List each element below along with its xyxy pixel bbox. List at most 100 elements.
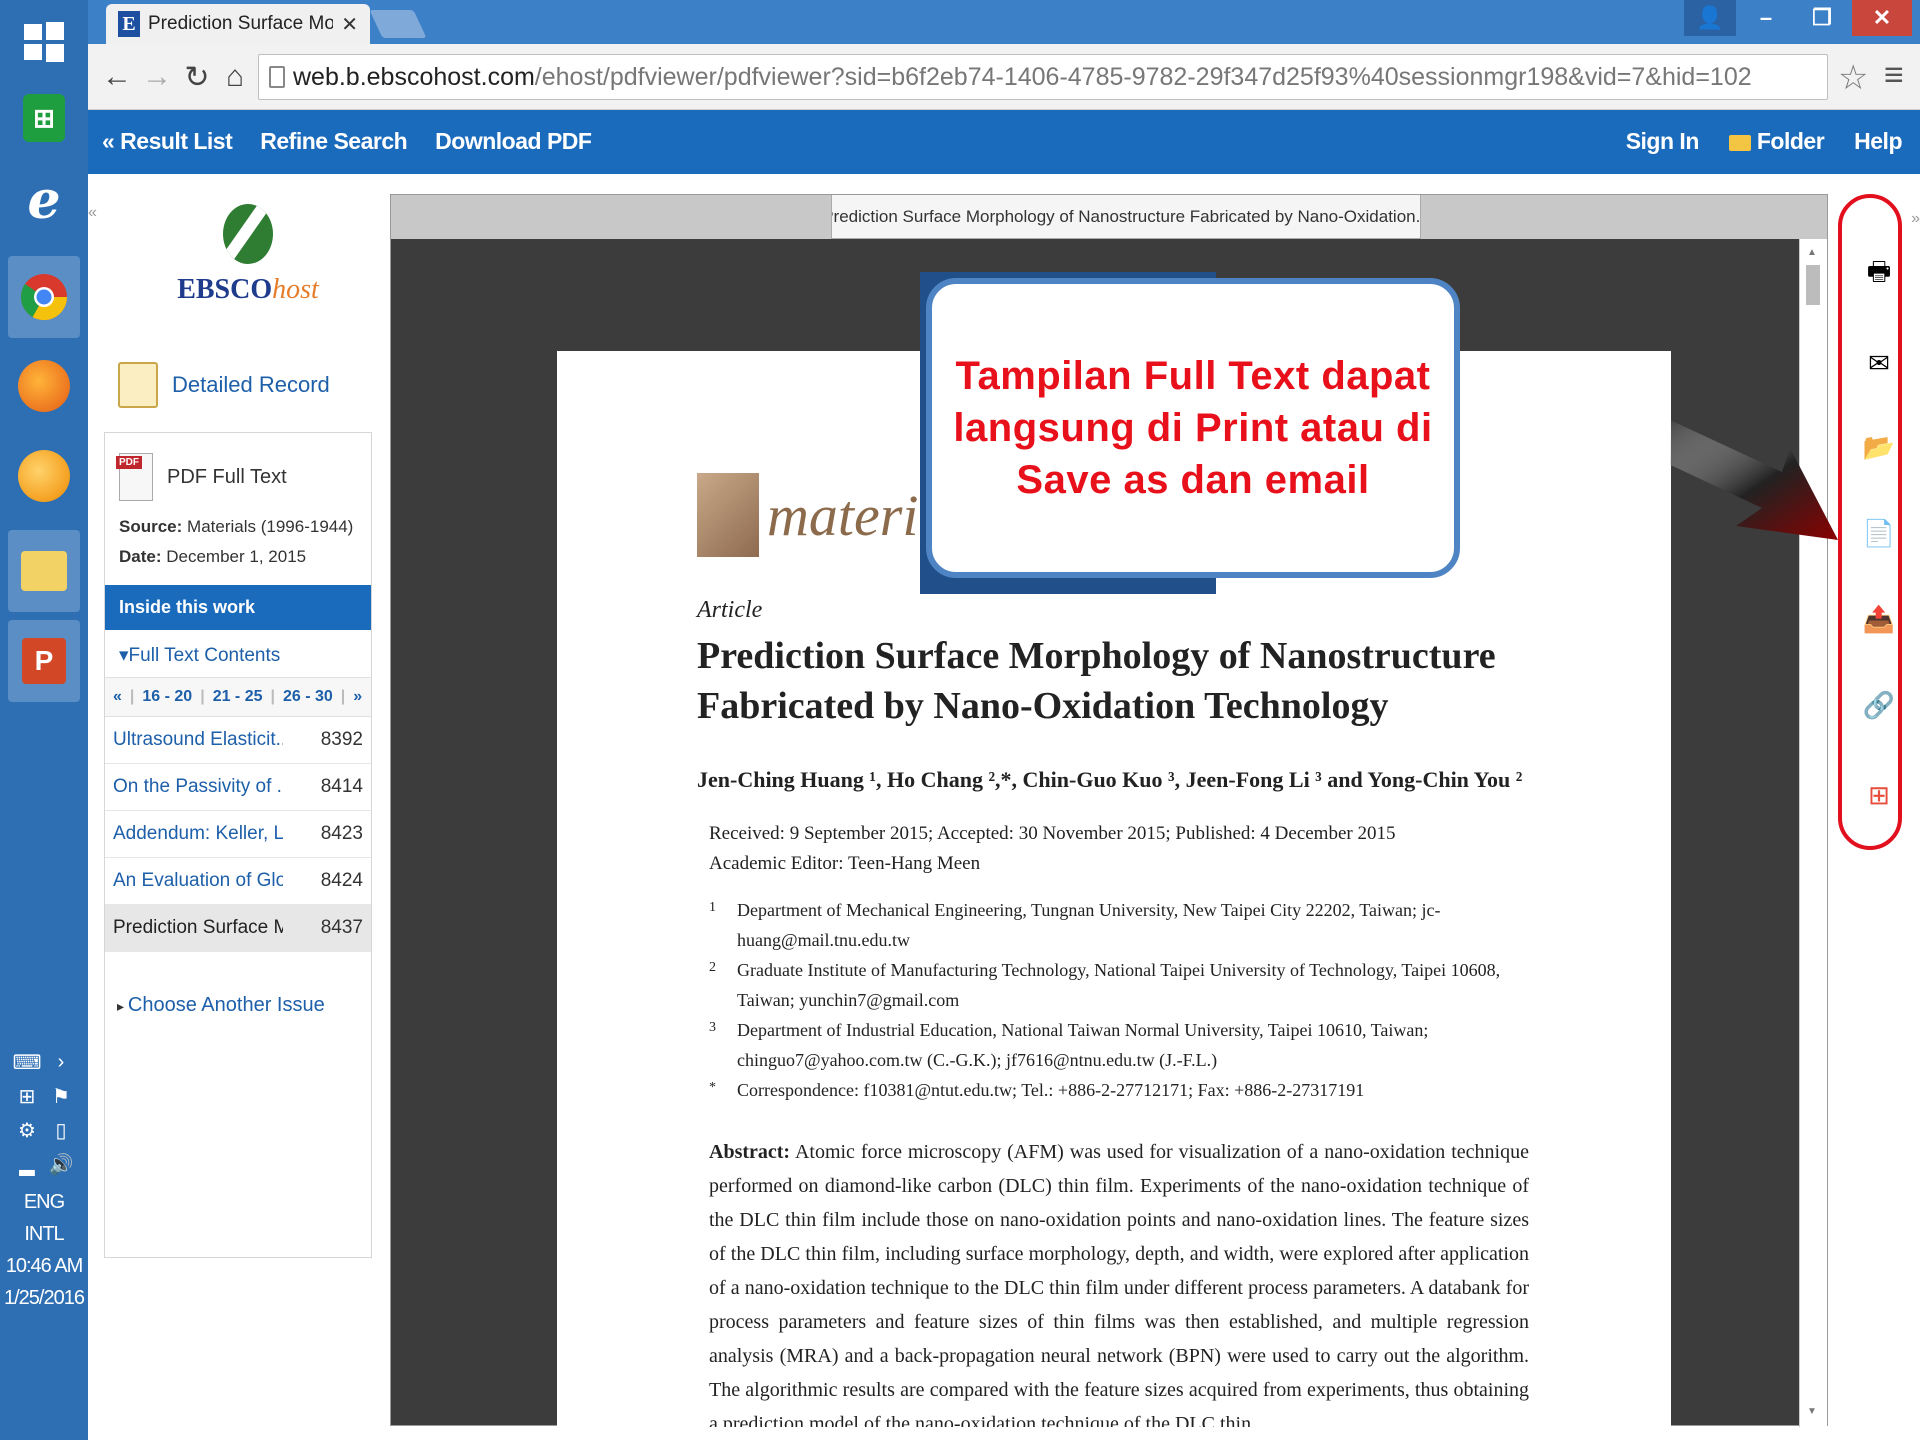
windows-taskbar: ⊞ e P ⌨ › ⊞ ⚑ ⚙ ▯ ▂ 🔊 ENG INTL 10:46 AM … <box>0 0 88 1440</box>
affiliation-text: Department of Industrial Education, Nati… <box>737 1020 1429 1070</box>
taskbar-powerpoint[interactable]: P <box>8 620 80 702</box>
scroll-thumb[interactable] <box>1806 265 1820 305</box>
help-link[interactable]: Help <box>1854 128 1902 155</box>
app-orb-icon <box>18 450 70 502</box>
cite-icon[interactable]: 📄 <box>1862 516 1896 550</box>
taskbar-internet-explorer[interactable]: e <box>8 164 80 236</box>
logo-main: EBSCO <box>177 274 273 305</box>
tab-title: Prediction Surface Morph <box>148 13 334 34</box>
pager-first[interactable]: « <box>113 688 122 706</box>
toc-page: 8424 <box>320 870 363 891</box>
powerpoint-icon: P <box>22 638 66 684</box>
tray-time[interactable]: 10:46 AM <box>0 1250 88 1282</box>
battery-icon[interactable]: ▯ <box>49 1118 73 1142</box>
abstract: Abstract: Atomic force microscopy (AFM) … <box>709 1135 1529 1427</box>
pager-21-25[interactable]: 21 - 25 <box>213 688 263 706</box>
collapse-sidebar-icon[interactable]: « <box>88 204 97 222</box>
detailed-record-link[interactable]: Detailed Record <box>118 362 330 408</box>
taskbar-firefox[interactable] <box>8 350 80 422</box>
bookmark-star-icon[interactable]: ☆ <box>1838 58 1868 98</box>
export-icon[interactable]: 📤 <box>1862 602 1896 636</box>
ebsco-swirl-icon <box>223 204 273 264</box>
tray-keyboard-layout[interactable]: INTL <box>0 1218 88 1250</box>
affiliation: * Correspondence: f10381@ntut.edu.tw; Tel… <box>709 1075 1549 1105</box>
date-label: Date: <box>119 547 162 566</box>
toc-title: Prediction Surface M... <box>113 917 283 938</box>
affiliation-text: Correspondence: f10381@ntut.edu.tw; Tel.… <box>737 1080 1365 1100</box>
affiliation-num: 2 <box>709 960 716 975</box>
full-text-contents-toggle[interactable]: ▾Full Text Contents <box>105 630 371 677</box>
browser-tab[interactable]: E Prediction Surface Morph ✕ <box>106 4 370 44</box>
toc-row[interactable]: Addendum: Keller, L.... 8423 <box>105 811 371 858</box>
pager-last[interactable]: » <box>353 688 362 706</box>
restore-button[interactable]: ❐ <box>1796 0 1848 36</box>
action-center-icon[interactable]: ⚑ <box>49 1084 73 1108</box>
toc-page: 8414 <box>320 776 363 797</box>
result-list-link[interactable]: « Result List <box>102 128 233 155</box>
forward-icon[interactable]: → <box>138 58 176 96</box>
affiliation: 1 Department of Mechanical Engineering, T… <box>709 895 1549 955</box>
signal-icon[interactable]: ▂ <box>15 1152 39 1176</box>
permalink-icon[interactable]: 🔗 <box>1862 688 1896 722</box>
expand-tools-icon[interactable]: » <box>1911 210 1920 228</box>
sign-in-link[interactable]: Sign In <box>1626 128 1700 155</box>
address-bar[interactable]: web.b.ebscohost.com/ehost/pdfviewer/pdfv… <box>258 54 1828 100</box>
volume-icon[interactable]: 🔊 <box>49 1152 74 1176</box>
abstract-text: Atomic force microscopy (AFM) was used f… <box>709 1141 1529 1427</box>
tray-language[interactable]: ENG <box>0 1186 88 1218</box>
refine-search-link[interactable]: Refine Search <box>260 128 407 155</box>
show-hidden-icon[interactable]: › <box>49 1050 73 1074</box>
scroll-up-icon[interactable]: ▲ <box>1807 247 1817 258</box>
journal-logo-icon <box>697 473 759 557</box>
toc-row[interactable]: On the Passivity of ... 8414 <box>105 764 371 811</box>
windows-flag-icon[interactable]: ⊞ <box>15 1084 39 1108</box>
reload-icon[interactable]: ↻ <box>178 58 216 96</box>
minimize-button[interactable]: – <box>1740 0 1792 36</box>
pdf-tools-panel: » 🖶 ✉ 📂 📄 📤 🔗 ⊞ <box>1836 194 1920 1426</box>
start-button[interactable] <box>8 6 80 78</box>
callout-text: Tampilan Full Text dapat langsung di Pri… <box>953 354 1433 502</box>
toc-title: An Evaluation of Glo... <box>113 870 283 891</box>
choose-another-issue-link[interactable]: ▸ Choose Another Issue <box>105 952 371 1037</box>
toc-row-current[interactable]: Prediction Surface M... 8437 <box>105 905 371 952</box>
pdf-info-panel: PDF Full Text Source: Materials (1996-19… <box>104 432 372 1258</box>
choose-issue-label: Choose Another Issue <box>127 994 325 1016</box>
profile-icon[interactable]: 👤 <box>1684 0 1736 36</box>
menu-icon[interactable]: ≡ <box>1884 56 1904 95</box>
tab-close-icon[interactable]: ✕ <box>341 12 358 37</box>
back-icon[interactable]: ← <box>98 58 136 96</box>
network-share-icon[interactable]: ⚙ <box>15 1118 39 1142</box>
new-tab-button[interactable] <box>369 10 427 38</box>
toc-title: On the Passivity of ... <box>113 776 283 797</box>
firefox-icon <box>18 360 70 412</box>
taskbar-file-explorer[interactable] <box>8 530 80 612</box>
print-icon[interactable]: 🖶 <box>1862 256 1896 292</box>
taskbar-store[interactable]: ⊞ <box>8 82 80 154</box>
toc-row[interactable]: An Evaluation of Glo... 8424 <box>105 858 371 905</box>
home-icon[interactable]: ⌂ <box>216 58 254 96</box>
url-path: /ehost/pdfviewer/pdfviewer?sid=b6f2eb74-… <box>534 62 1752 91</box>
detailed-record-label: Detailed Record <box>172 372 330 397</box>
file-explorer-icon <box>21 551 67 591</box>
email-icon[interactable]: ✉ <box>1862 346 1896 380</box>
ebsco-favicon-icon: E <box>118 11 140 37</box>
source-label: Source: <box>119 517 183 536</box>
close-window-button[interactable]: ✕ <box>1852 0 1912 36</box>
scroll-down-icon[interactable]: ▼ <box>1807 1406 1817 1417</box>
tray-date[interactable]: 1/25/2016 <box>0 1282 88 1314</box>
keyboard-icon[interactable]: ⌨ <box>13 1050 42 1074</box>
source-line: Source: Materials (1996-1944) <box>119 517 359 537</box>
pager-16-20[interactable]: 16 - 20 <box>142 688 192 706</box>
share-plus-icon[interactable]: ⊞ <box>1862 778 1896 812</box>
date-value: December 1, 2015 <box>166 547 307 566</box>
pager-26-30[interactable]: 26 - 30 <box>283 688 333 706</box>
taskbar-chrome[interactable] <box>8 256 80 338</box>
save-folder-icon[interactable]: 📂 <box>1862 430 1896 464</box>
folder-link[interactable]: Folder <box>1728 128 1825 155</box>
toc-title: Ultrasound Elasticit... <box>113 729 283 750</box>
callout-arrow-icon <box>1670 420 1838 540</box>
toc-row[interactable]: Ultrasound Elasticit... 8392 <box>105 717 371 764</box>
pdf-full-text-link[interactable]: PDF Full Text <box>116 453 359 501</box>
download-pdf-link[interactable]: Download PDF <box>435 128 592 155</box>
taskbar-app-orb[interactable] <box>8 440 80 512</box>
